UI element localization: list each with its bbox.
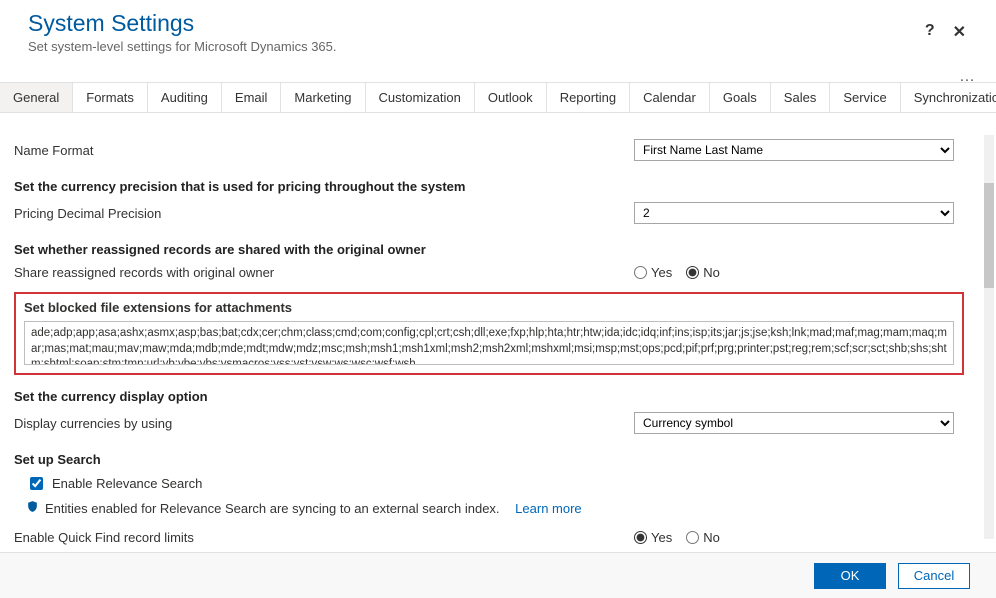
share-reassigned-label: Share reassigned records with original o… (14, 265, 634, 280)
currency-display-label: Display currencies by using (14, 416, 634, 431)
tab-outlook[interactable]: Outlook (475, 83, 547, 112)
tab-auditing[interactable]: Auditing (148, 83, 222, 112)
blocked-extensions-heading: Set blocked file extensions for attachme… (24, 300, 954, 315)
scrollbar-track[interactable] (984, 135, 994, 539)
settings-content: Name Format First Name Last Name Set the… (0, 135, 996, 550)
tab-synchronization[interactable]: Synchronization (901, 83, 996, 112)
share-reassigned-yes[interactable]: Yes (634, 265, 672, 280)
name-format-select[interactable]: First Name Last Name (634, 139, 954, 161)
tab-calendar[interactable]: Calendar (630, 83, 710, 112)
quick-find-no[interactable]: No (686, 530, 720, 545)
blocked-extensions-section: Set blocked file extensions for attachme… (14, 292, 964, 375)
ok-button[interactable]: OK (814, 563, 886, 589)
help-icon[interactable]: ? (925, 22, 935, 42)
footer-bar: OK Cancel (0, 552, 996, 598)
currency-display-select[interactable]: Currency symbol (634, 412, 954, 434)
tab-formats[interactable]: Formats (73, 83, 148, 112)
categorized-search-row: Select entities for Categorized Search (14, 549, 982, 550)
tab-sales[interactable]: Sales (771, 83, 831, 112)
close-icon[interactable]: ✕ (953, 22, 966, 42)
pricing-decimal-select[interactable]: 2 (634, 202, 954, 224)
quick-find-label: Enable Quick Find record limits (14, 530, 634, 545)
currency-display-heading: Set the currency display option (14, 375, 982, 408)
enable-relevance-checkbox[interactable] (30, 477, 43, 490)
overflow-icon[interactable]: … (959, 68, 976, 86)
tab-service[interactable]: Service (830, 83, 900, 112)
currency-precision-heading: Set the currency precision that is used … (14, 165, 982, 198)
learn-more-link[interactable]: Learn more (515, 501, 581, 516)
cancel-button[interactable]: Cancel (898, 563, 970, 589)
enable-relevance-label: Enable Relevance Search (52, 476, 202, 491)
blocked-extensions-input[interactable]: ade;adp;app;asa;ashx;asmx;asp;bas;bat;cd… (24, 321, 954, 365)
pricing-decimal-label: Pricing Decimal Precision (14, 206, 634, 221)
tab-reporting[interactable]: Reporting (547, 83, 630, 112)
tab-goals[interactable]: Goals (710, 83, 771, 112)
tab-email[interactable]: Email (222, 83, 282, 112)
tab-general[interactable]: General (0, 83, 73, 112)
name-format-label: Name Format (14, 143, 634, 158)
page-subtitle: Set system-level settings for Microsoft … (28, 39, 968, 54)
shield-icon (26, 500, 39, 516)
quick-find-yes[interactable]: Yes (634, 530, 672, 545)
reassigned-heading: Set whether reassigned records are share… (14, 228, 982, 261)
tab-marketing[interactable]: Marketing (281, 83, 365, 112)
relevance-sync-text: Entities enabled for Relevance Search ar… (45, 501, 500, 516)
scrollbar-thumb[interactable] (984, 183, 994, 288)
page-title: System Settings (28, 10, 968, 37)
search-heading: Set up Search (14, 438, 982, 471)
tab-customization[interactable]: Customization (366, 83, 475, 112)
tab-bar: General Formats Auditing Email Marketing… (0, 82, 996, 113)
share-reassigned-no[interactable]: No (686, 265, 720, 280)
